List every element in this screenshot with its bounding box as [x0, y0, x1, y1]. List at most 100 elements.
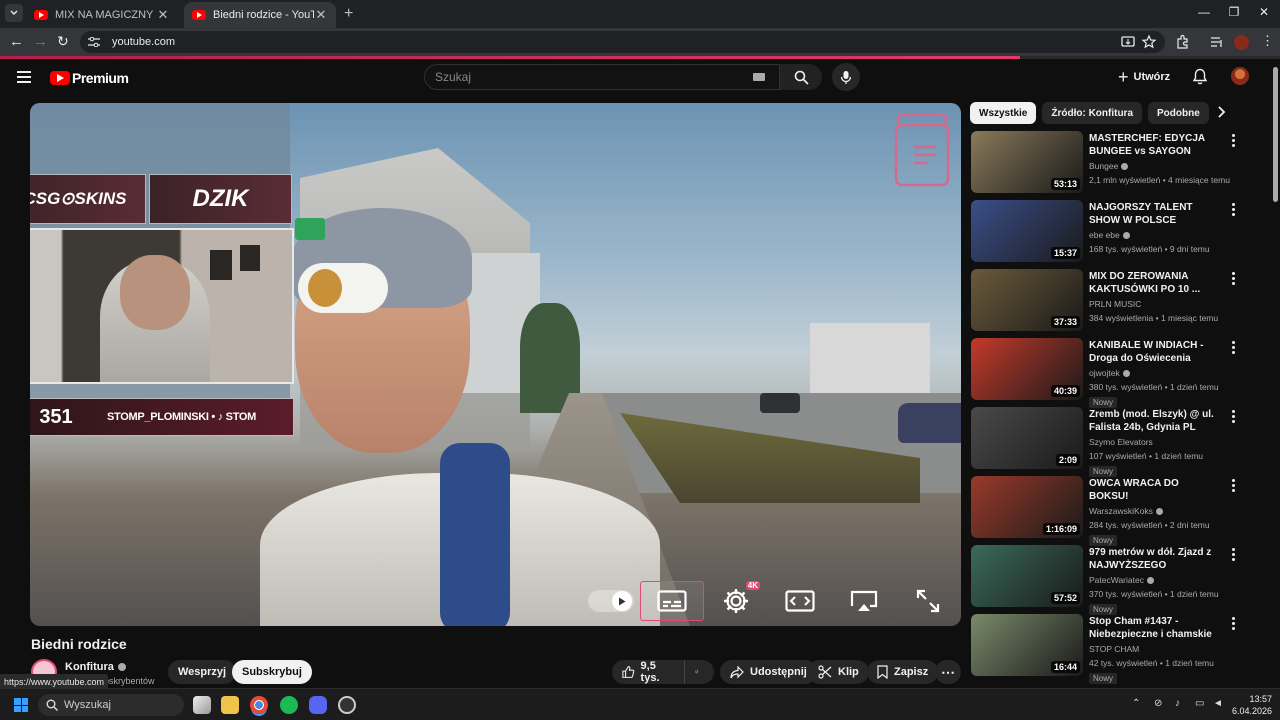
more-vertical-icon[interactable]	[1232, 134, 1236, 149]
clip-button[interactable]: Klip	[808, 660, 869, 684]
recommendation-item[interactable]: 2:09 Zremb (mod. Elszyk) @ ul. Falista 2…	[970, 407, 1250, 477]
back-icon[interactable]: ←	[9, 33, 24, 50]
recommendation-channel[interactable]: PatecWariatec	[1089, 575, 1144, 585]
file-explorer-icon[interactable]	[221, 696, 239, 714]
subscribe-button[interactable]: Subskrybuj	[232, 660, 312, 684]
recommendation-channel[interactable]: PRLN MUSIC	[1089, 299, 1141, 309]
recommendation-title[interactable]: MASTERCHEF: EDYCJA BUNGEE vs SAYGON	[1089, 132, 1219, 158]
close-tab-icon[interactable]: ✕	[314, 7, 328, 23]
extensions-icon[interactable]	[1175, 34, 1191, 50]
obs-icon[interactable]	[338, 696, 356, 714]
more-vertical-icon[interactable]	[1232, 548, 1236, 563]
video-thumbnail[interactable]: 37:33	[971, 269, 1083, 331]
create-button[interactable]: + Utwórz	[1118, 65, 1170, 89]
install-app-icon[interactable]	[1120, 34, 1136, 50]
more-vertical-icon[interactable]	[1232, 410, 1236, 425]
more-vertical-icon[interactable]	[1232, 272, 1236, 287]
recommendation-channel[interactable]: ebe ebe	[1089, 230, 1120, 240]
taskbar-search[interactable]: Wyszukaj	[38, 694, 184, 716]
search-input[interactable]	[435, 70, 753, 84]
recommendation-item[interactable]: 1:16:09 OWCA WRACA DO BOKSU! WarszawskiK…	[970, 476, 1250, 546]
close-window-icon[interactable]: ✕	[1249, 5, 1279, 19]
channel-watermark-jar-icon[interactable]	[894, 113, 950, 187]
channel-name-link[interactable]: Konfitura	[65, 661, 126, 673]
recommendation-channel[interactable]: WarszawskiKoks	[1089, 506, 1153, 516]
microphone-tray-icon[interactable]: ♪	[1175, 698, 1180, 709]
recommendation-item[interactable]: 37:33 MIX DO ZEROWANIA KAKTUSÓWKI PO 10 …	[970, 269, 1250, 338]
more-vertical-icon[interactable]	[1232, 341, 1236, 356]
chip-source[interactable]: Źródło: Konfitura	[1042, 102, 1143, 124]
recommendation-item[interactable]: 16:44 Stop Cham #1437 - Niebezpieczne i …	[970, 614, 1250, 684]
chip-all[interactable]: Wszystkie	[970, 102, 1037, 124]
video-thumbnail[interactable]: 15:37	[971, 200, 1083, 262]
recommendation-channel[interactable]: ojwojtek	[1089, 368, 1120, 378]
network-off-icon[interactable]: ⊘	[1154, 698, 1162, 709]
search-button[interactable]	[780, 64, 822, 90]
recommendation-title[interactable]: NAJGORSZY TALENT SHOW W POLSCE	[1089, 201, 1219, 227]
minimize-icon[interactable]: —	[1189, 5, 1219, 19]
recommendation-title[interactable]: KANIBALE W INDIACH - Droga do Oświecenia	[1089, 339, 1219, 365]
autoplay-toggle[interactable]	[588, 590, 634, 612]
account-avatar[interactable]	[1231, 67, 1249, 85]
miniplayer-button[interactable]	[768, 581, 832, 621]
video-thumbnail[interactable]: 2:09	[971, 407, 1083, 469]
tray-expand-icon[interactable]: ⌃	[1132, 698, 1140, 709]
recommendation-title[interactable]: MIX DO ZEROWANIA KAKTUSÓWKI PO 10 ...	[1089, 270, 1219, 296]
video-thumbnail[interactable]: 57:52	[971, 545, 1083, 607]
keyboard-icon[interactable]	[753, 73, 765, 81]
browser-menu-icon[interactable]: ⋮	[1261, 33, 1274, 49]
browser-tab-biedni-rodzice[interactable]: Biedni rodzice - YouTube ✕	[184, 2, 336, 28]
support-button[interactable]: Wesprzyj	[168, 660, 237, 684]
youtube-premium-logo[interactable]: Premium	[48, 70, 129, 86]
recommendation-channel[interactable]: STOP CHAM	[1089, 644, 1139, 654]
windows-start-icon[interactable]	[14, 698, 28, 712]
recommendation-title[interactable]: OWCA WRACA DO BOKSU!	[1089, 477, 1219, 503]
chip-related[interactable]: Podobne	[1148, 102, 1209, 124]
site-settings-icon[interactable]	[88, 37, 100, 47]
video-thumbnail[interactable]: 1:16:09	[971, 476, 1083, 538]
media-control-icon[interactable]	[1209, 34, 1225, 50]
dislike-button[interactable]	[684, 660, 714, 684]
chevron-right-icon[interactable]	[1216, 106, 1226, 118]
profile-avatar[interactable]	[1234, 35, 1249, 50]
like-button[interactable]: 9,5 tys.	[612, 660, 684, 684]
more-vertical-icon[interactable]	[1232, 617, 1236, 632]
recommendation-item[interactable]: 40:39 KANIBALE W INDIACH - Droga do Oświ…	[970, 338, 1250, 408]
video-thumbnail[interactable]: 16:44	[971, 614, 1083, 676]
spotify-icon[interactable]	[280, 696, 298, 714]
close-tab-icon[interactable]: ✕	[156, 7, 170, 23]
tab-search-icon[interactable]	[5, 4, 23, 22]
recommendation-item[interactable]: 53:13 MASTERCHEF: EDYCJA BUNGEE vs SAYGO…	[970, 131, 1250, 200]
recommendation-item[interactable]: 57:52 979 metrów w dół. Zjazd z NAJWYŻSZ…	[970, 545, 1250, 615]
address-bar[interactable]: youtube.com	[80, 31, 1165, 53]
bookmark-star-icon[interactable]	[1141, 34, 1157, 50]
more-vertical-icon[interactable]	[1232, 479, 1236, 494]
menu-hamburger-icon[interactable]	[17, 71, 31, 86]
more-vertical-icon[interactable]	[1232, 203, 1236, 218]
save-button[interactable]: Zapisz	[867, 660, 939, 684]
recommendation-channel[interactable]: Szymo Elevators	[1089, 437, 1153, 447]
video-player[interactable]: CSG⊙SKINS DZIK 351 STOMP_PLOMINSKI • ♪ S…	[30, 103, 961, 626]
recommendation-title[interactable]: Zremb (mod. Elszyk) @ ul. Falista 24b, G…	[1089, 408, 1219, 434]
restore-icon[interactable]: ❐	[1219, 5, 1249, 19]
recommendation-channel[interactable]: Bungee	[1089, 161, 1118, 171]
new-tab-icon[interactable]: +	[344, 5, 353, 23]
recommendation-title[interactable]: 979 metrów w dół. Zjazd z NAJWYŻSZEGO WO…	[1089, 546, 1219, 572]
display-icon[interactable]: ▭	[1195, 698, 1204, 709]
recommendation-item[interactable]: 15:37 NAJGORSZY TALENT SHOW W POLSCE ebe…	[970, 200, 1250, 269]
clock[interactable]: 13:57 6.04.2026	[1232, 693, 1272, 717]
notifications-bell-icon[interactable]	[1192, 68, 1208, 85]
subtitles-button[interactable]	[640, 581, 704, 621]
recommendation-title[interactable]: Stop Cham #1437 - Niebezpieczne i chamsk…	[1089, 615, 1219, 641]
fullscreen-button[interactable]	[896, 581, 960, 621]
video-thumbnail[interactable]: 53:13	[971, 131, 1083, 193]
chrome-icon[interactable]	[250, 696, 268, 714]
video-thumbnail[interactable]: 40:39	[971, 338, 1083, 400]
reload-icon[interactable]: ↻	[57, 33, 69, 50]
voice-search-button[interactable]	[832, 63, 860, 91]
page-scrollbar[interactable]	[1270, 59, 1280, 686]
share-button[interactable]: Udostępnij	[720, 660, 817, 684]
forward-icon[interactable]: →	[33, 33, 48, 50]
volume-icon[interactable]: ◄	[1213, 698, 1223, 709]
more-actions-button[interactable]: ⋯	[935, 660, 961, 684]
